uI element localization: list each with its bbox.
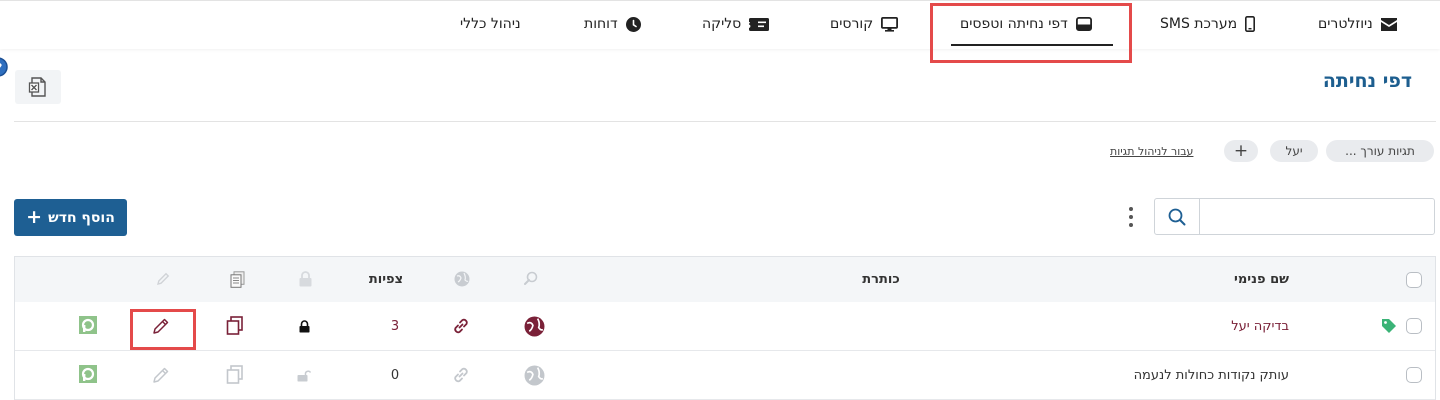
nav-label: ניהול כללי (460, 16, 521, 32)
search-engine-icon[interactable] (524, 271, 538, 285)
add-tag-button[interactable]: + (1224, 140, 1258, 162)
table-row[interactable]: עותק נקודות כחולות לנעמה 0 (15, 351, 1435, 400)
plus-icon: + (1233, 141, 1249, 161)
nav-label: סליקה (702, 16, 742, 32)
tag-filter-yael[interactable]: יעל (1270, 140, 1318, 162)
duplicate-icon[interactable] (226, 316, 244, 336)
nav-item-sms[interactable]: מערכת SMS (1160, 1, 1256, 47)
nav-item-reports[interactable]: דוחות (584, 1, 641, 47)
edit-pencil-icon[interactable] (156, 272, 170, 286)
nav-label: מערכת SMS (1160, 16, 1238, 32)
highlight-box-edit-button (130, 309, 196, 350)
nav-item-general-admin[interactable]: ניהול כללי (460, 1, 521, 47)
select-all-checkbox[interactable] (1406, 272, 1422, 288)
nav-item-newsletters[interactable]: ניוזלטרים (1318, 1, 1397, 47)
table-header-row: שם פנימי כותרת צפיות (15, 257, 1435, 303)
link-icon[interactable] (451, 316, 471, 336)
page-title: דפי נחיתה (1322, 70, 1412, 92)
nav-item-clearing[interactable]: $ סליקה (702, 1, 770, 47)
row-internal-name[interactable]: עותק נקודות כחולות לנעמה (1134, 368, 1289, 383)
header-title: כותרת (862, 271, 900, 287)
link-icon[interactable] (451, 365, 471, 385)
lock-open-icon[interactable] (297, 369, 311, 382)
nav-label: ניוזלטרים (1318, 16, 1373, 32)
landing-pages-table: שם פנימי כותרת צפיות בדיקה יעל 3 עותק נק… (14, 256, 1436, 400)
copy-document-icon[interactable] (230, 270, 245, 288)
tag-label: יעל (1285, 144, 1303, 158)
public-globe-icon[interactable] (524, 316, 545, 337)
envelope-icon (1380, 17, 1397, 31)
export-excel-button[interactable] (15, 70, 61, 104)
nav-label: קורסים (830, 16, 874, 32)
row-views: 0 (390, 367, 400, 383)
public-globe-icon[interactable] (524, 365, 545, 386)
manage-tags-link[interactable]: עבור לניהול תגיות (1110, 145, 1193, 158)
add-new-button[interactable]: הוסף חדש + (14, 199, 127, 236)
add-new-label: הוסף חדש (48, 209, 115, 226)
page-builder-badge-icon[interactable] (79, 316, 97, 334)
lock-icon[interactable] (299, 271, 312, 287)
row-views: 3 (390, 318, 400, 334)
nav-label: דוחות (584, 16, 618, 32)
mobile-phone-icon (1245, 16, 1256, 32)
table-row[interactable]: בדיקה יעל 3 (15, 302, 1435, 351)
header-internal-name: שם פנימי (1234, 271, 1289, 287)
plus-icon: + (26, 206, 43, 228)
excel-file-icon (28, 77, 46, 97)
page-builder-badge-icon[interactable] (79, 365, 97, 383)
public-globe-icon[interactable] (454, 271, 470, 287)
svg-text:$: $ (749, 21, 751, 31)
lock-closed-icon[interactable] (299, 319, 310, 333)
tag-icon[interactable] (1381, 318, 1397, 334)
globe-icon (0, 57, 8, 77)
row-checkbox[interactable] (1406, 318, 1422, 334)
top-navigation: ניוזלטרים מערכת SMS דפי נחיתה וטפסים קור… (0, 0, 1440, 49)
search-input[interactable] (1200, 199, 1434, 234)
header-divider (14, 121, 1436, 122)
search-button[interactable] (1155, 199, 1200, 234)
tag-label: תגיות עורך ... (1345, 144, 1415, 158)
search-box (1154, 198, 1435, 235)
row-checkbox[interactable] (1406, 367, 1422, 383)
more-options-icon[interactable] (1127, 206, 1135, 228)
monitor-icon (881, 16, 899, 32)
row-internal-name[interactable]: בדיקה יעל (1231, 319, 1289, 334)
clock-icon (625, 16, 641, 32)
search-icon (1168, 208, 1186, 225)
duplicate-icon[interactable] (226, 365, 244, 385)
edit-pencil-icon[interactable] (152, 366, 170, 384)
tag-filter-editor-tags[interactable]: תגיות עורך ... (1326, 140, 1434, 162)
money-bill-icon: $ (749, 17, 770, 31)
header-views: צפיות (368, 271, 404, 287)
nav-item-courses[interactable]: קורסים (830, 1, 899, 47)
highlight-box-landing-tab (930, 3, 1132, 63)
